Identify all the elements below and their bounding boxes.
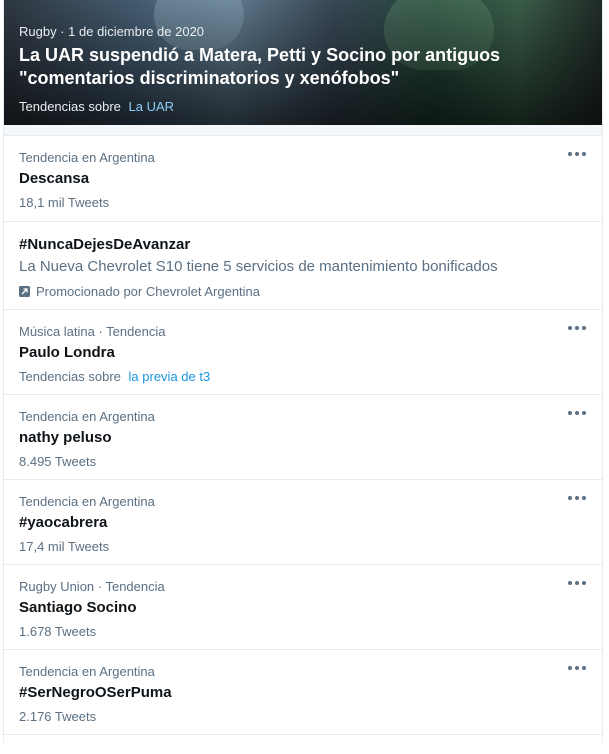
promoted-trend-description: La Nueva Chevrolet S10 tiene 5 servicios… [19, 258, 498, 275]
trend-item[interactable]: Tendencia en Argentina nathy peluso 8.49… [4, 394, 602, 479]
trend-context: Tendencia en Argentina [19, 150, 155, 165]
trend-item[interactable]: Tendencia en Argentina #yaocabrera 17,4 … [4, 479, 602, 564]
featured-story-meta: Rugby · 1 de diciembre de 2020 [19, 24, 205, 39]
featured-story-date: 1 de diciembre de 2020 [68, 24, 205, 39]
trends-list: Tendencia en Argentina Descansa 18,1 mil… [4, 135, 602, 754]
trend-related-link[interactable]: la previa de t3 [129, 369, 211, 384]
trend-context: Tendencia en Argentina [19, 494, 155, 509]
featured-trends-link[interactable]: La UAR [129, 99, 175, 114]
trend-context: Tendencia en Argentina [19, 409, 155, 424]
trend-context: Música latina · Tendencia [19, 324, 166, 339]
trend-name: Santiago Socino [19, 599, 137, 616]
trend-name: #SerNegroOSerPuma [19, 684, 172, 701]
featured-story-category: Rugby [19, 24, 57, 39]
more-dots-icon[interactable] [568, 149, 586, 159]
trend-count: 1.678 Tweets [19, 624, 97, 639]
trend-count: 18,1 mil Tweets [19, 195, 110, 210]
trend-item[interactable] [4, 734, 602, 754]
explore-panel: Rugby · 1 de diciembre de 2020 La UAR su… [3, 0, 603, 743]
promoted-arrow-icon [19, 286, 30, 297]
trend-context: Tendencia en Argentina [19, 664, 155, 679]
trend-item[interactable]: Música latina · Tendencia Paulo Londra T… [4, 309, 602, 394]
trend-item[interactable]: Rugby Union · Tendencia Santiago Socino … [4, 564, 602, 649]
featured-trends-label: Tendencias sobre [19, 99, 121, 114]
more-dots-icon[interactable] [568, 493, 586, 503]
trend-count: 17,4 mil Tweets [19, 539, 110, 554]
more-dots-icon[interactable] [568, 663, 586, 673]
trend-context: Rugby Union · Tendencia [19, 579, 165, 594]
featured-story-title: La UAR suspendió a Matera, Petti y Socin… [19, 45, 501, 88]
trend-name: #yaocabrera [19, 514, 108, 531]
trend-name: Paulo Londra [19, 344, 115, 361]
featured-story-trends: Tendencias sobre La UAR [19, 99, 174, 114]
trend-related: Tendencias sobre la previa de t3 [19, 369, 210, 384]
more-dots-icon[interactable] [568, 323, 586, 333]
promoted-trend-name: #NuncaDejesDeAvanzar [19, 236, 191, 253]
more-dots-icon[interactable] [568, 408, 586, 418]
trend-item[interactable]: Tendencia en Argentina Descansa 18,1 mil… [4, 135, 602, 221]
promoted-sponsor: Promocionado por Chevrolet Argentina [19, 284, 260, 299]
more-dots-icon[interactable] [568, 578, 586, 588]
trend-count: 8.495 Tweets [19, 454, 97, 469]
trend-name: Descansa [19, 170, 90, 187]
trend-count: 2.176 Tweets [19, 709, 97, 724]
trend-name: nathy peluso [19, 429, 112, 446]
featured-story[interactable]: Rugby · 1 de diciembre de 2020 La UAR su… [4, 0, 602, 125]
section-divider [4, 125, 602, 135]
promoted-trend[interactable]: #NuncaDejesDeAvanzar La Nueva Chevrolet … [4, 221, 602, 309]
promoted-sponsor-label: Promocionado por Chevrolet Argentina [36, 284, 261, 299]
trend-item[interactable]: Tendencia en Argentina #SerNegroOSerPuma… [4, 649, 602, 734]
trend-related-label: Tendencias sobre [19, 369, 121, 384]
